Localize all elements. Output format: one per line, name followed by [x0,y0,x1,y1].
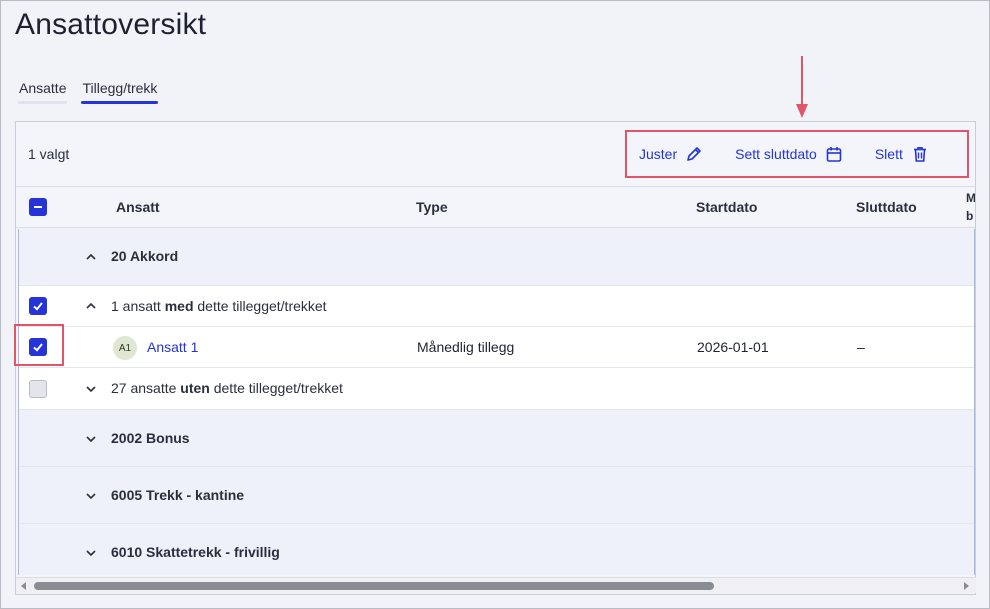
employee-type: Månedlig tillegg [417,339,515,355]
annotation-arrow [796,56,808,118]
group-label: 2002 Bonus [111,430,190,446]
chevron-down-icon[interactable] [85,547,97,559]
tab-tillegg-trekk[interactable]: Tillegg/trekk [81,80,159,104]
calendar-icon [826,147,842,162]
chevron-up-icon[interactable] [85,300,97,312]
without-subgroup-row[interactable]: 27 ansatte uten dette tillegget/trekket [19,368,974,410]
scroll-right-icon[interactable] [961,581,971,591]
checkbox-highlight [14,324,64,366]
tab-bar: Ansatte Tillegg/trekk [17,80,159,104]
group-row[interactable]: 20 Akkord [19,229,974,286]
group-label: 6005 Trekk - kantine [111,487,245,503]
employee-startdato: 2026-01-01 [697,339,769,355]
column-header-ansatt[interactable]: Ansatt [116,199,160,215]
with-subgroup-row[interactable]: 1 ansatt med dette tillegget/trekket [19,286,974,327]
employee-sluttdato: – [857,339,865,355]
tab-ansatte[interactable]: Ansatte [17,80,68,104]
chevron-up-icon[interactable] [85,251,97,263]
table-panel: 1 valgt Juster Sett sluttdato Slett Ansa… [15,121,976,595]
subgroup-without-label: 27 ansatte uten dette tillegget/trekket [111,380,343,396]
slett-label: Slett [874,146,903,162]
sett-sluttdato-button[interactable]: Sett sluttdato [735,145,843,163]
column-header-truncated: M b [966,191,976,223]
chevron-down-icon[interactable] [85,490,97,502]
minus-icon [34,206,42,208]
subgroup-without-checkbox[interactable] [29,380,47,398]
employee-name-link[interactable]: Ansatt 1 [147,339,198,355]
trash-icon [913,147,926,162]
group-row[interactable]: 6010 Skattetrekk - frivillig [19,524,974,575]
avatar: A1 [113,336,137,360]
group-label: 20 Akkord [111,248,179,264]
bulk-actions-highlight: Juster Sett sluttdato Slett [625,130,969,178]
chevron-down-icon[interactable] [85,383,97,395]
group-label: 6010 Skattetrekk - frivillig [111,544,280,560]
select-all-checkbox[interactable] [29,198,47,216]
scrollbar-thumb[interactable] [34,582,714,590]
horizontal-scrollbar[interactable] [16,577,976,593]
subgroup-with-label: 1 ansatt med dette tillegget/trekket [111,298,327,314]
column-header-type[interactable]: Type [416,199,448,215]
table-body: 20 Akkord 1 ansatt med dette tillegget/t… [18,229,975,575]
scroll-left-icon[interactable] [19,581,29,591]
checkmark-icon [33,302,43,311]
selected-count: 1 valgt [28,146,70,162]
page-title: Ansattoversikt [15,8,207,41]
table-header: Ansatt Type Startdato Sluttdato M b [16,187,975,228]
slett-button[interactable]: Slett [875,145,929,163]
table-row[interactable]: A1 Ansatt 1 Månedlig tillegg 2026-01-01 … [19,327,974,368]
pencil-icon [687,147,701,161]
sett-sluttdato-label: Sett sluttdato [735,146,817,162]
selection-toolbar: 1 valgt Juster Sett sluttdato Slett [16,122,975,187]
juster-label: Juster [639,146,678,162]
juster-button[interactable]: Juster [639,145,703,163]
subgroup-with-checkbox[interactable] [29,297,47,315]
column-header-sluttdato[interactable]: Sluttdato [856,199,917,215]
chevron-down-icon[interactable] [85,433,97,445]
group-row[interactable]: 6005 Trekk - kantine [19,467,974,524]
group-row[interactable]: 2002 Bonus [19,410,974,467]
column-header-startdato[interactable]: Startdato [696,199,757,215]
